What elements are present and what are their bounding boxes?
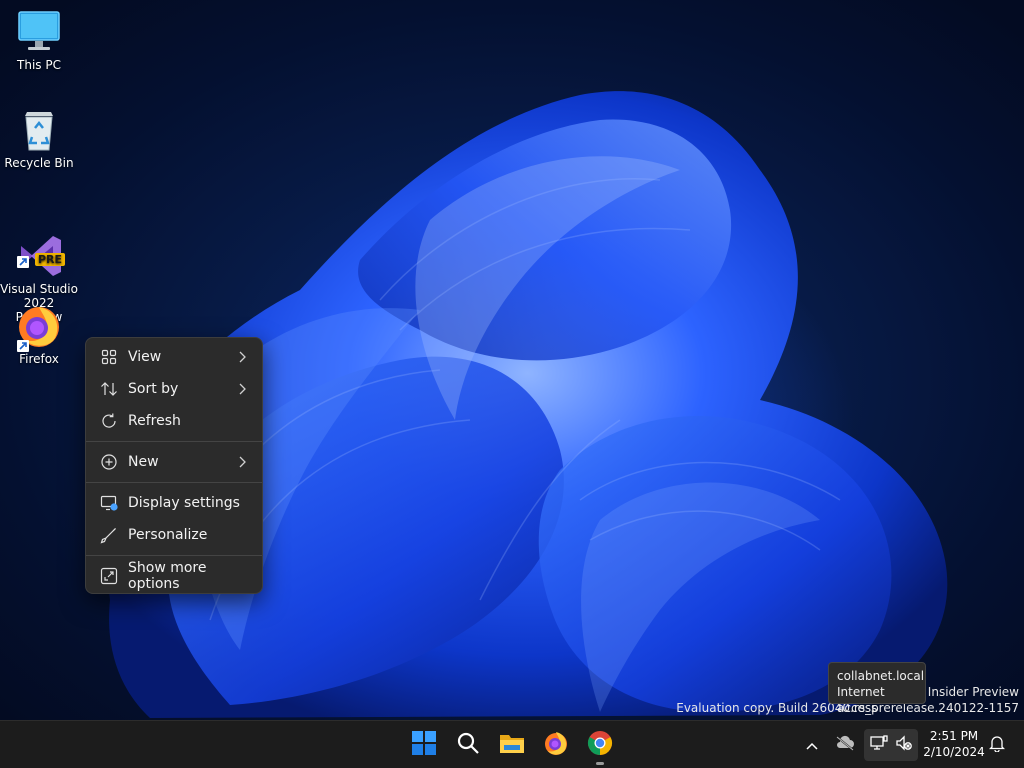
start-button[interactable] — [405, 726, 443, 764]
tooltip-line-2: Internet access — [837, 685, 885, 715]
chevron-right-icon — [238, 456, 246, 472]
running-indicator — [596, 762, 604, 765]
sort-icon — [100, 380, 118, 398]
menu-item-new[interactable]: New — [90, 447, 258, 477]
menu-item-refresh[interactable]: Refresh — [90, 406, 258, 436]
monitor-icon — [15, 8, 63, 56]
menu-item-view[interactable]: View — [90, 342, 258, 372]
menu-item-display-settings[interactable]: Display settings — [90, 488, 258, 518]
desktop-icon-label: Firefox — [19, 352, 59, 366]
network-volume-button[interactable] — [864, 729, 918, 761]
menu-separator — [86, 482, 262, 483]
grid-icon — [100, 348, 118, 366]
menu-item-label: Personalize — [128, 527, 208, 543]
plus-circle-icon — [100, 453, 118, 471]
onedrive-button[interactable] — [833, 733, 857, 757]
desktop-icon-label: This PC — [17, 58, 61, 72]
chrome-icon — [587, 730, 613, 760]
bell-icon — [988, 734, 1006, 756]
menu-item-label: Sort by — [128, 381, 179, 397]
chevron-right-icon — [238, 351, 246, 367]
clock-date: 2/10/2024 — [923, 745, 985, 759]
file-explorer-button[interactable] — [493, 726, 531, 764]
shortcut-arrow-icon — [17, 340, 29, 352]
refresh-icon — [100, 412, 118, 430]
chevron-up-icon — [805, 736, 819, 755]
desktop-icon-firefox[interactable]: Firefox — [0, 302, 78, 366]
chevron-right-icon — [238, 383, 246, 399]
firefox-taskbar-button[interactable] — [537, 726, 575, 764]
brush-icon — [100, 526, 118, 544]
menu-item-personalize[interactable]: Personalize — [90, 520, 258, 550]
volume-muted-icon — [896, 735, 912, 755]
notifications-button[interactable] — [985, 733, 1009, 757]
system-clock[interactable]: 2:51 PM 2/10/2024 — [922, 728, 986, 760]
menu-item-label: Display settings — [128, 495, 240, 511]
expand-icon — [100, 567, 118, 585]
display-settings-icon — [100, 494, 118, 512]
menu-item-sort-by[interactable]: Sort by — [90, 374, 258, 404]
desktop[interactable]: This PC Recycle Bin PRE Visual Studio 20… — [0, 0, 1024, 720]
shortcut-arrow-icon — [17, 256, 29, 268]
taskbar: 2:51 PM 2/10/2024 — [0, 720, 1024, 768]
desktop-icon-label: Recycle Bin — [4, 156, 74, 170]
menu-item-label: Refresh — [128, 413, 181, 429]
menu-item-label: View — [128, 349, 162, 365]
search-button[interactable] — [449, 726, 487, 764]
preview-badge: PRE — [34, 253, 65, 266]
search-icon — [456, 731, 480, 759]
network-icon — [870, 735, 888, 755]
file-explorer-icon — [499, 732, 525, 758]
desktop-icon-recycle-bin[interactable]: Recycle Bin — [0, 106, 78, 170]
clock-time: 2:51 PM — [929, 729, 979, 743]
firefox-icon — [543, 730, 569, 760]
show-hidden-icons-button[interactable] — [800, 733, 824, 757]
cloud-offline-icon — [835, 735, 855, 755]
menu-item-label: Show more options — [128, 560, 207, 592]
desktop-icon-this-pc[interactable]: This PC — [0, 8, 78, 72]
menu-separator — [86, 555, 262, 556]
firefox-icon — [15, 302, 63, 352]
recycle-bin-icon — [15, 106, 63, 154]
menu-separator — [86, 441, 262, 442]
chrome-taskbar-button[interactable] — [581, 726, 619, 765]
menu-item-label: New — [128, 454, 159, 470]
network-tooltip: collabnet.local Internet access — [828, 662, 926, 715]
desktop-context-menu: View Sort by Refresh New Display setting… — [85, 337, 263, 594]
tooltip-line-1: collabnet.local — [837, 669, 925, 683]
start-icon — [412, 731, 436, 759]
visual-studio-icon: PRE — [15, 218, 65, 276]
menu-item-show-more-options[interactable]: Show more options — [90, 560, 258, 592]
